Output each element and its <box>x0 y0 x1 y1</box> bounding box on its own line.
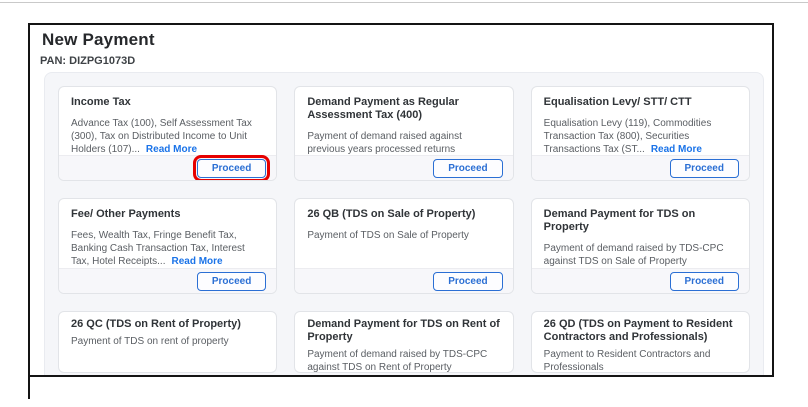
card-footer: Proceed <box>295 268 512 293</box>
card-title: 26 QB (TDS on Sale of Property) <box>307 208 500 221</box>
card-title: Equalisation Levy/ STT/ CTT <box>544 96 737 109</box>
proceed-button[interactable]: Proceed <box>670 159 739 178</box>
payment-card: Equalisation Levy/ STT/ CTT Equalisation… <box>531 86 750 181</box>
proceed-button[interactable]: Proceed <box>197 272 266 291</box>
card-body: Fee/ Other Payments Fees, Wealth Tax, Fr… <box>59 199 276 268</box>
card-description-text: Payment of demand raised against previou… <box>307 131 462 155</box>
frame-left-edge-overflow <box>28 377 30 399</box>
card-body: 26 QD (TDS on Payment to Resident Contra… <box>532 312 749 372</box>
card-footer: Proceed <box>295 155 512 180</box>
read-more-link[interactable]: Read More <box>651 144 702 155</box>
payment-card: 26 QB (TDS on Sale of Property) Payment … <box>294 198 513 294</box>
card-description: Payment of demand raised by TDS-CPC agai… <box>544 242 737 268</box>
card-footer: Proceed <box>532 268 749 293</box>
card-description: Payment of TDS on Sale of Property <box>307 229 500 242</box>
card-description: Advance Tax (100), Self Assessment Tax (… <box>71 117 264 155</box>
card-description-text: Payment of demand raised by TDS-CPC agai… <box>544 243 724 267</box>
payment-card: Income Tax Advance Tax (100), Self Asses… <box>58 86 277 181</box>
payments-panel: Income Tax Advance Tax (100), Self Asses… <box>44 72 764 377</box>
payment-card: Demand Payment for TDS on Property Payme… <box>531 198 750 294</box>
card-body: Demand Payment for TDS on Rent of Proper… <box>295 312 512 372</box>
card-description: Payment of demand raised against previou… <box>307 130 500 155</box>
window-top-edge <box>0 2 808 3</box>
card-description: Equalisation Levy (119), Commodities Tra… <box>544 117 737 155</box>
card-footer: Proceed <box>59 268 276 293</box>
card-body: Demand Payment for TDS on Property Payme… <box>532 199 749 268</box>
card-body: Income Tax Advance Tax (100), Self Asses… <box>59 87 276 155</box>
card-description-text: Payment of TDS on rent of property <box>71 336 229 347</box>
payment-card: Demand Payment for TDS on Rent of Proper… <box>294 311 513 373</box>
payment-card: 26 QC (TDS on Rent of Property) Payment … <box>58 311 277 373</box>
card-body: 26 QC (TDS on Rent of Property) Payment … <box>59 312 276 372</box>
card-title: Demand Payment for TDS on Rent of Proper… <box>307 318 500 344</box>
read-more-link[interactable]: Read More <box>171 256 222 267</box>
card-description-text: Payment of TDS on Sale of Property <box>307 230 469 241</box>
card-title: Demand Payment as Regular Assessment Tax… <box>307 96 500 122</box>
card-title: Income Tax <box>71 96 264 109</box>
card-grid: Income Tax Advance Tax (100), Self Asses… <box>58 86 750 373</box>
proceed-button[interactable]: Proceed <box>433 159 502 178</box>
payment-card: 26 QD (TDS on Payment to Resident Contra… <box>531 311 750 373</box>
card-description-text: Payment of demand raised by TDS-CPC agai… <box>307 349 487 372</box>
card-title: Demand Payment for TDS on Property <box>544 208 737 234</box>
card-body: Equalisation Levy/ STT/ CTT Equalisation… <box>532 87 749 155</box>
page-title: New Payment <box>42 30 155 50</box>
card-title: 26 QC (TDS on Rent of Property) <box>71 318 264 331</box>
proceed-button[interactable]: Proceed <box>197 159 266 178</box>
proceed-button[interactable]: Proceed <box>670 272 739 291</box>
card-description: Payment of TDS on rent of property <box>71 335 264 348</box>
card-footer: Proceed <box>532 155 749 180</box>
card-description: Payment to Resident Contractors and Prof… <box>544 348 737 372</box>
card-title: Fee/ Other Payments <box>71 208 264 221</box>
card-description: Fees, Wealth Tax, Fringe Benefit Tax, Ba… <box>71 229 264 268</box>
pan-label: PAN: DIZPG1073D <box>40 55 135 67</box>
card-body: Demand Payment as Regular Assessment Tax… <box>295 87 512 155</box>
new-payment-page: New Payment PAN: DIZPG1073D Income Tax A… <box>28 23 774 377</box>
proceed-button[interactable]: Proceed <box>433 272 502 291</box>
payment-card: Fee/ Other Payments Fees, Wealth Tax, Fr… <box>58 198 277 294</box>
card-title: 26 QD (TDS on Payment to Resident Contra… <box>544 318 737 344</box>
payment-card: Demand Payment as Regular Assessment Tax… <box>294 86 513 181</box>
read-more-link[interactable]: Read More <box>146 144 197 155</box>
card-description: Payment of demand raised by TDS-CPC agai… <box>307 348 500 372</box>
card-footer: Proceed <box>59 155 276 180</box>
card-description-text: Payment to Resident Contractors and Prof… <box>544 349 711 372</box>
card-body: 26 QB (TDS on Sale of Property) Payment … <box>295 199 512 268</box>
